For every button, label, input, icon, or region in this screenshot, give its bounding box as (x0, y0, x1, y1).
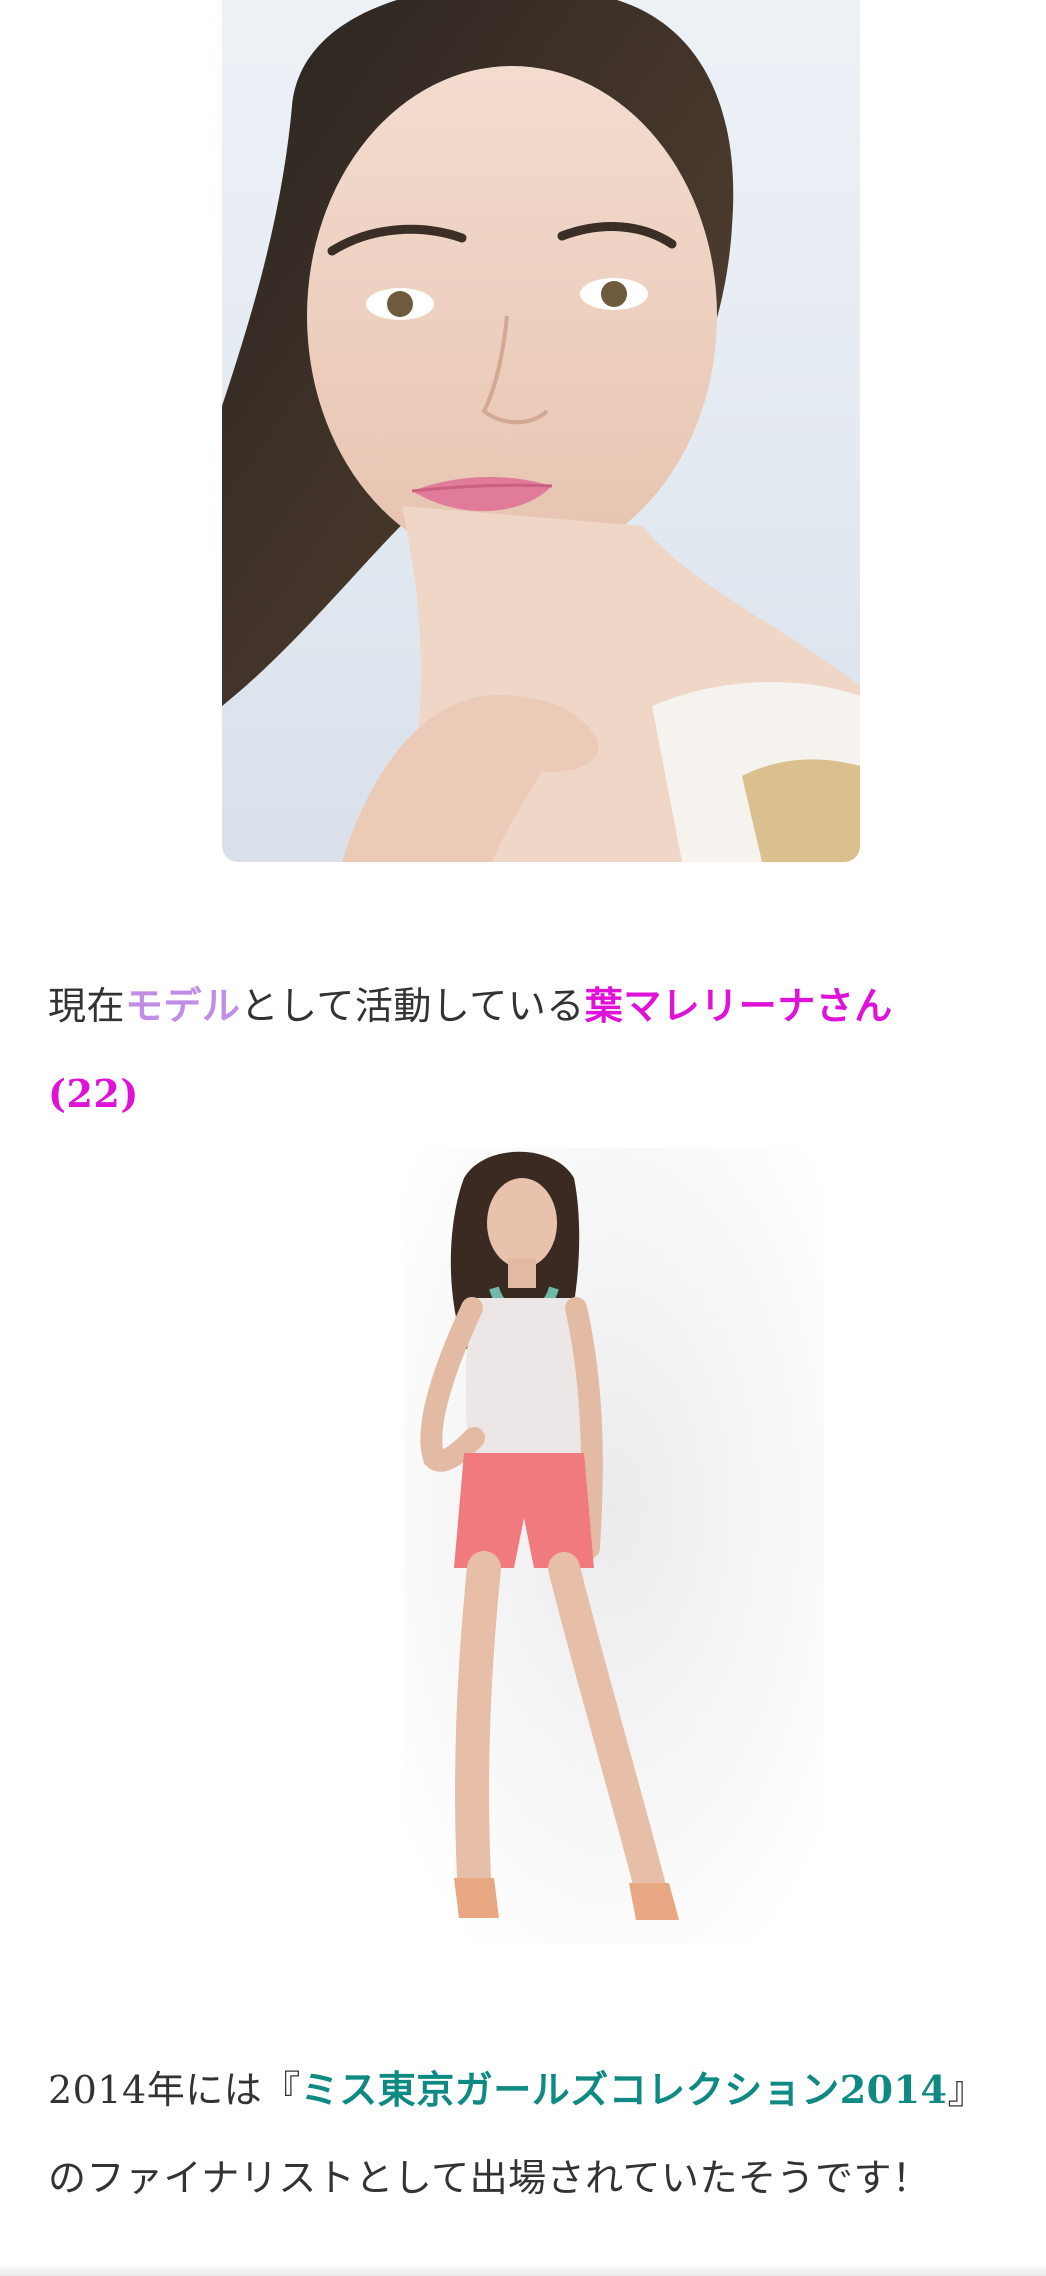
fullbody-photo (404, 1148, 824, 1944)
highlight-age: (22) (48, 1071, 139, 1116)
text-segment: として活動している (240, 984, 585, 1028)
bottom-divider (0, 2264, 1046, 2276)
text-segment: 現在 (48, 984, 126, 1028)
portrait-illustration (222, 0, 860, 862)
intro-paragraph: 現在モデルとして活動している葉マレリーナさん (22) (48, 962, 1008, 1138)
finalist-paragraph: 2014年には『ミス東京ガールズコレクション2014』 のファイナリストとして出場… (48, 2046, 1008, 2222)
article-body: 現在モデルとして活動している葉マレリーナさん (22) 2014年には『ミス東京… (0, 0, 1046, 2276)
fullbody-illustration (404, 1148, 824, 1944)
text-segment: 』 (947, 2068, 986, 2112)
text-segment: のファイナリストとして出場されていたそうです！ (48, 2156, 931, 2200)
highlight-model: モデル (125, 983, 241, 1028)
text-segment: 2014年には『 (48, 2068, 301, 2112)
highlight-event: ミス東京ガールズコレクション2014 (300, 2067, 948, 2112)
portrait-photo (222, 0, 860, 862)
highlight-name: 葉マレリーナさん (584, 983, 893, 1028)
